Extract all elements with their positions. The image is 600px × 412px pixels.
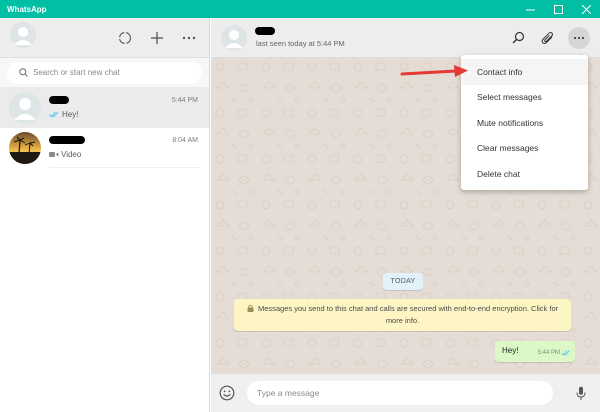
close-button[interactable] (572, 0, 600, 18)
contact-avatar[interactable] (221, 24, 247, 51)
maximize-icon (553, 4, 563, 14)
outgoing-message[interactable]: Hey! 5:44 PM (495, 341, 575, 362)
minimize-icon (525, 9, 535, 10)
new-chat-button[interactable] (147, 28, 167, 48)
window-title: WhatsApp (7, 4, 47, 14)
conversation-menu-button[interactable] (568, 26, 590, 49)
chat-time: 5:44 PM (171, 97, 198, 104)
message-text: Hey! (502, 346, 519, 355)
chat-preview-text: Hey! (62, 110, 79, 119)
double-check-icon (49, 111, 59, 118)
close-icon (581, 4, 591, 14)
microphone-icon[interactable] (576, 386, 586, 401)
conversation-header: last seen today at 5:44 PM (211, 18, 600, 58)
contact-avatar (9, 92, 41, 124)
status-button[interactable] (115, 28, 135, 48)
emoji-icon[interactable] (219, 385, 235, 401)
status-icon (118, 31, 132, 44)
menu-item-delete-chat[interactable]: Delete chat (461, 161, 588, 187)
annotation-arrow-icon (400, 65, 468, 77)
search-box (7, 61, 202, 84)
chat-preview-text: Video (61, 150, 82, 159)
attach-button[interactable] (538, 28, 558, 48)
double-check-icon (561, 350, 570, 356)
menu-icon (573, 36, 585, 39)
redacted-contact-name (49, 96, 69, 104)
sidebar-menu-button[interactable] (179, 28, 199, 48)
search-input[interactable] (33, 68, 183, 77)
new-chat-icon (151, 31, 163, 44)
maximize-button[interactable] (544, 0, 572, 18)
menu-item-contact-info[interactable]: Contact info (461, 59, 588, 85)
compose-bar (211, 374, 600, 412)
contact-info-area[interactable]: last seen today at 5:44 PM (255, 18, 508, 58)
minimize-button[interactable] (516, 0, 544, 18)
chat-list-panel: 5:44 PM Hey! (0, 18, 210, 412)
date-divider: TODAY (383, 273, 423, 290)
menu-item-clear-messages[interactable]: Clear messages (461, 136, 588, 162)
menu-item-select-messages[interactable]: Select messages (461, 85, 588, 111)
redacted-contact-name (255, 26, 275, 35)
encryption-notice[interactable]: Messages you send to this chat and calls… (234, 299, 571, 331)
chat-list-item[interactable]: 8:04 AM Video (0, 128, 209, 168)
redacted-contact-name (49, 136, 85, 144)
message-input[interactable] (247, 381, 553, 405)
attach-icon (541, 31, 553, 44)
video-icon (49, 152, 59, 157)
message-time: 5:44 PM (537, 350, 560, 356)
menu-item-mute-notifications[interactable]: Mute notifications (461, 110, 588, 136)
encryption-notice-text: Messages you send to this chat and calls… (257, 304, 559, 325)
window-titlebar: WhatsApp (0, 0, 600, 18)
conversation-context-menu: Contact info Select messages Mute notifi… (461, 55, 588, 190)
chat-preview: Hey! (49, 110, 78, 119)
last-seen-status: last seen today at 5:44 PM (256, 38, 345, 48)
search-area (0, 58, 209, 88)
menu-icon (182, 36, 196, 39)
sidebar-header (0, 18, 209, 58)
avatar-placeholder-icon (10, 22, 36, 48)
lock-icon (247, 304, 254, 312)
search-messages-button[interactable] (508, 28, 528, 48)
search-icon (512, 31, 524, 44)
chat-preview: Video (49, 150, 81, 159)
search-icon (19, 68, 28, 77)
chat-list-item[interactable]: 5:44 PM Hey! (0, 88, 209, 128)
contact-photo-avatar (9, 132, 41, 164)
chat-time: 8:04 AM (172, 137, 198, 144)
my-avatar[interactable] (10, 22, 36, 53)
